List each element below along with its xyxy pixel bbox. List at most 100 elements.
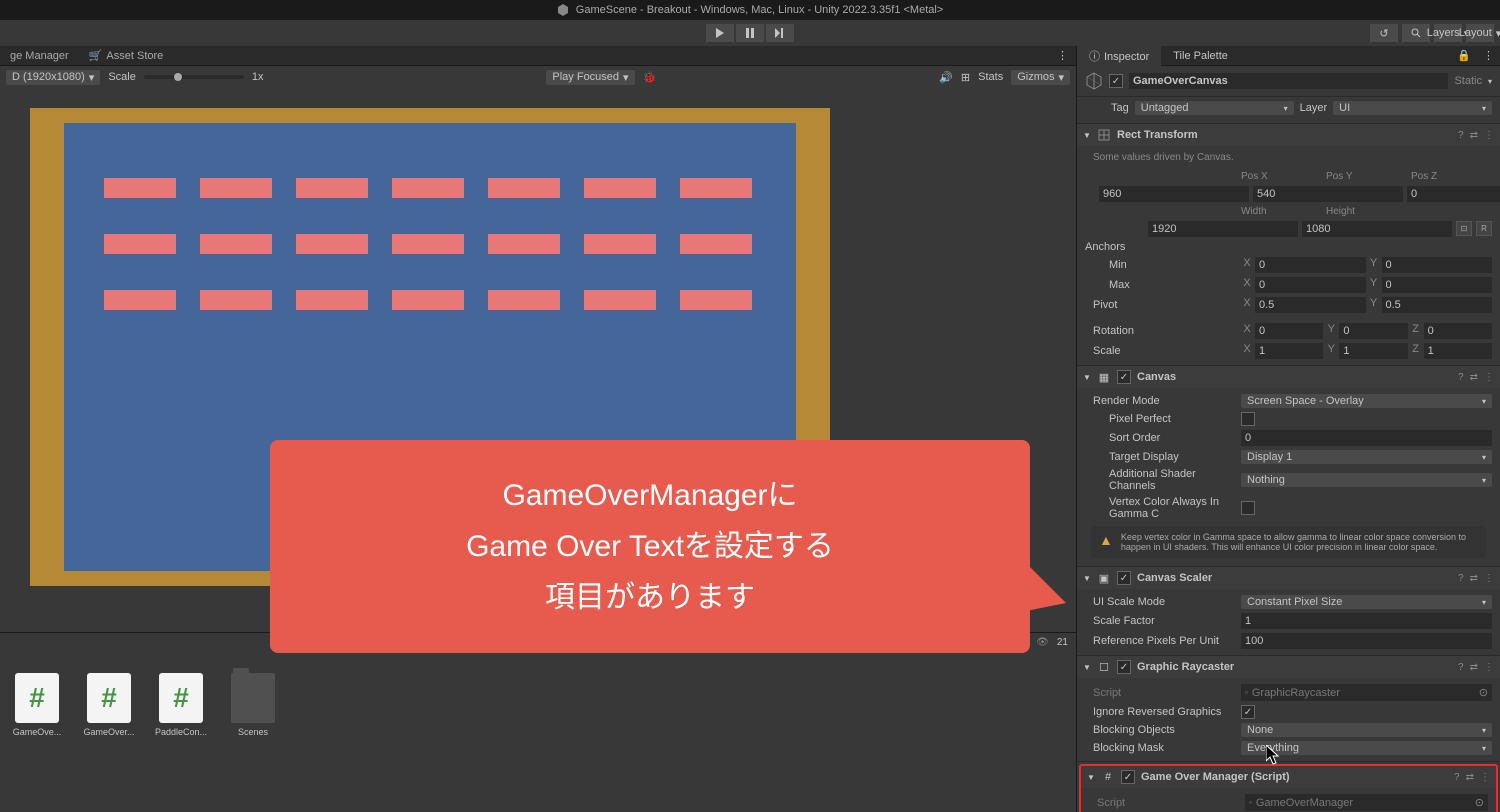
component-header[interactable]: ▼ # Game Over Manager (Script) ?⇄⋮ <box>1081 766 1496 788</box>
stats-button[interactable]: Stats <box>978 71 1003 83</box>
component-enabled-checkbox[interactable] <box>1121 770 1135 784</box>
raw-button[interactable]: R <box>1476 221 1492 236</box>
play-focused-dropdown[interactable]: Play Focused ▾ <box>546 70 634 85</box>
window-title: GameScene - Breakout - Windows, Mac, Lin… <box>576 4 943 16</box>
vertex-color-checkbox[interactable] <box>1241 501 1255 515</box>
view-tabs: ge Manager 🛒 Asset Store ⋮ <box>0 46 1076 66</box>
help-icon[interactable]: ? <box>1458 130 1464 141</box>
component-header[interactable]: ▼ ☐ Graphic Raycaster ?⇄⋮ <box>1077 656 1500 678</box>
pos-z-field[interactable] <box>1407 186 1500 202</box>
target-display-dropdown[interactable]: Display 1▾ <box>1241 450 1492 464</box>
resolution-dropdown[interactable]: D (1920x1080) ▾ <box>6 70 100 85</box>
package-manager-tab[interactable]: ge Manager <box>0 48 79 64</box>
script-icon: # <box>87 673 131 723</box>
pixel-perfect-checkbox[interactable] <box>1241 412 1255 426</box>
pos-x-field[interactable] <box>1099 186 1249 202</box>
unity-icon <box>557 4 569 16</box>
visibility-icon[interactable]: 👁 <box>1036 637 1049 648</box>
warning-icon: ▲ <box>1099 532 1113 552</box>
ignore-reversed-checkbox[interactable] <box>1241 705 1255 719</box>
canvas-scaler-component: ▼ ▣ Canvas Scaler ?⇄⋮ UI Scale ModeConst… <box>1077 567 1500 656</box>
blueprint-button[interactable]: ⊡ <box>1456 221 1472 236</box>
tag-label: Tag <box>1111 102 1129 114</box>
script-icon: # <box>159 673 203 723</box>
lock-icon[interactable]: 🔒 <box>1451 49 1477 62</box>
grid-icon[interactable]: ⊞ <box>961 71 970 84</box>
game-over-manager-component: ▼ # Game Over Manager (Script) ?⇄⋮ Scrip… <box>1079 764 1498 812</box>
step-button[interactable] <box>766 24 794 42</box>
anchor-max-y[interactable] <box>1382 277 1493 293</box>
bug-icon[interactable]: 🐞 <box>643 71 657 84</box>
title-bar: GameScene - Breakout - Windows, Mac, Lin… <box>0 0 1500 20</box>
rot-z[interactable] <box>1424 323 1492 339</box>
asset-item[interactable]: # GameOver... <box>82 673 136 743</box>
gameobject-name-field[interactable]: GameOverCanvas <box>1129 73 1448 89</box>
scl-y[interactable] <box>1339 343 1407 359</box>
cart-icon: 🛒 <box>89 49 103 62</box>
tab-menu-icon[interactable]: ⋮ <box>1049 49 1076 62</box>
gameobject-header: GameOverCanvas Static ▾ <box>1077 66 1500 97</box>
asset-item[interactable]: # PaddleCon... <box>154 673 208 743</box>
project-panel: ★ 👁 21 # GameOve... # GameOver... # Padd… <box>0 632 1076 812</box>
scale-factor-field[interactable] <box>1241 613 1492 629</box>
rect-transform-component: ▼ Rect Transform ?⇄⋮ Some values driven … <box>1077 124 1500 366</box>
ref-pixels-field[interactable] <box>1241 633 1492 649</box>
asset-item[interactable]: # GameOve... <box>10 673 64 743</box>
undo-history-button[interactable]: ↺ <box>1370 24 1398 42</box>
canvas-scaler-icon: ▣ <box>1097 571 1111 585</box>
layer-dropdown[interactable]: UI ▾ <box>1333 101 1492 115</box>
pause-button[interactable] <box>736 24 764 42</box>
anchor-min-x[interactable] <box>1255 257 1366 273</box>
active-checkbox[interactable] <box>1109 74 1123 88</box>
asset-item[interactable]: Scenes <box>226 673 280 743</box>
play-button[interactable] <box>706 24 734 42</box>
rot-x[interactable] <box>1255 323 1323 339</box>
static-label: Static <box>1454 75 1482 87</box>
tab-menu-icon[interactable]: ⋮ <box>1477 49 1500 62</box>
shader-channels-dropdown[interactable]: Nothing▾ <box>1241 473 1492 487</box>
scl-x[interactable] <box>1255 343 1323 359</box>
inspector-tab[interactable]: ⓘInspector <box>1077 46 1161 66</box>
component-enabled-checkbox[interactable] <box>1117 660 1131 674</box>
gameobject-icon <box>1085 72 1103 90</box>
pivot-x[interactable] <box>1255 297 1366 313</box>
ui-scale-mode-dropdown[interactable]: Constant Pixel Size▾ <box>1241 595 1492 609</box>
height-field[interactable] <box>1302 221 1452 237</box>
tile-palette-tab[interactable]: Tile Palette <box>1161 48 1240 64</box>
asset-store-tab[interactable]: 🛒 Asset Store <box>79 47 174 64</box>
script-field: ▫GameOverManager⊙ <box>1245 794 1488 811</box>
inspector-panel: ⓘInspector Tile Palette 🔒 ⋮ GameOverCanv… <box>1076 46 1500 812</box>
render-mode-dropdown[interactable]: Screen Space - Overlay▾ <box>1241 394 1492 408</box>
component-enabled-checkbox[interactable] <box>1117 571 1131 585</box>
blocking-mask-dropdown[interactable]: Everything▾ <box>1241 741 1492 755</box>
script-icon: # <box>15 673 59 723</box>
layout-dropdown[interactable]: Layout ▾ <box>1466 24 1494 42</box>
canvas-icon: ▦ <box>1097 370 1111 384</box>
preset-icon[interactable]: ⇄ <box>1470 130 1478 141</box>
sort-order-field[interactable] <box>1241 430 1492 446</box>
component-header[interactable]: ▼ ▣ Canvas Scaler ?⇄⋮ <box>1077 567 1500 589</box>
graphic-raycaster-component: ▼ ☐ Graphic Raycaster ?⇄⋮ Script▫Graphic… <box>1077 656 1500 762</box>
component-enabled-checkbox[interactable] <box>1117 370 1131 384</box>
canvas-component: ▼ ▦ Canvas ?⇄⋮ Render ModeScreen Space -… <box>1077 366 1500 567</box>
script-field: ▫GraphicRaycaster⊙ <box>1241 684 1492 701</box>
visibility-count: 21 <box>1057 637 1068 648</box>
static-dropdown-icon[interactable]: ▾ <box>1488 77 1492 86</box>
driven-note: Some values driven by Canvas. <box>1085 150 1492 169</box>
anchor-min-y[interactable] <box>1382 257 1493 273</box>
scale-label: Scale <box>108 71 136 83</box>
scale-slider[interactable] <box>144 75 244 79</box>
tag-dropdown[interactable]: Untagged ▾ <box>1135 101 1294 115</box>
menu-icon[interactable]: ⋮ <box>1484 130 1494 141</box>
pivot-y[interactable] <box>1382 297 1493 313</box>
audio-icon[interactable]: 🔊 <box>939 71 953 84</box>
component-header[interactable]: ▼ ▦ Canvas ?⇄⋮ <box>1077 366 1500 388</box>
gizmos-dropdown[interactable]: Gizmos ▾ <box>1011 70 1070 85</box>
scl-z[interactable] <box>1424 343 1492 359</box>
rot-y[interactable] <box>1339 323 1407 339</box>
component-header[interactable]: ▼ Rect Transform ?⇄⋮ <box>1077 124 1500 146</box>
blocking-objects-dropdown[interactable]: None▾ <box>1241 723 1492 737</box>
pos-y-field[interactable] <box>1253 186 1403 202</box>
anchor-max-x[interactable] <box>1255 277 1366 293</box>
width-field[interactable] <box>1148 221 1298 237</box>
